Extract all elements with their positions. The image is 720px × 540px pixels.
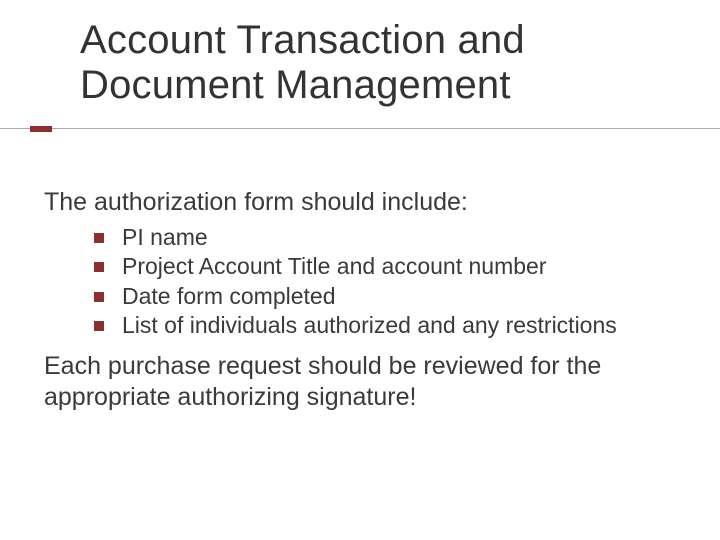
square-bullet-icon bbox=[94, 233, 104, 243]
list-item: List of individuals authorized and any r… bbox=[94, 311, 690, 340]
list-item-label: Date form completed bbox=[122, 283, 335, 309]
intro-text: The authorization form should include: bbox=[44, 188, 690, 217]
square-bullet-icon bbox=[94, 292, 104, 302]
square-bullet-icon bbox=[94, 262, 104, 272]
list-item-label: PI name bbox=[122, 224, 208, 250]
slide: Account Transaction and Document Managem… bbox=[0, 0, 720, 540]
slide-body: The authorization form should include: P… bbox=[44, 188, 690, 413]
list-item-label: Project Account Title and account number bbox=[122, 253, 546, 279]
rule-accent-icon bbox=[30, 126, 52, 132]
list-item: PI name bbox=[94, 223, 690, 252]
rule-line bbox=[0, 128, 720, 129]
list-item: Project Account Title and account number bbox=[94, 252, 690, 281]
bullet-list: PI name Project Account Title and accoun… bbox=[44, 223, 690, 341]
list-item-label: List of individuals authorized and any r… bbox=[122, 312, 617, 338]
outro-text: Each purchase request should be reviewed… bbox=[44, 351, 690, 414]
slide-title: Account Transaction and Document Managem… bbox=[80, 18, 720, 108]
title-rule bbox=[0, 128, 720, 129]
title-wrap: Account Transaction and Document Managem… bbox=[0, 0, 720, 108]
list-item: Date form completed bbox=[94, 282, 690, 311]
square-bullet-icon bbox=[94, 321, 104, 331]
